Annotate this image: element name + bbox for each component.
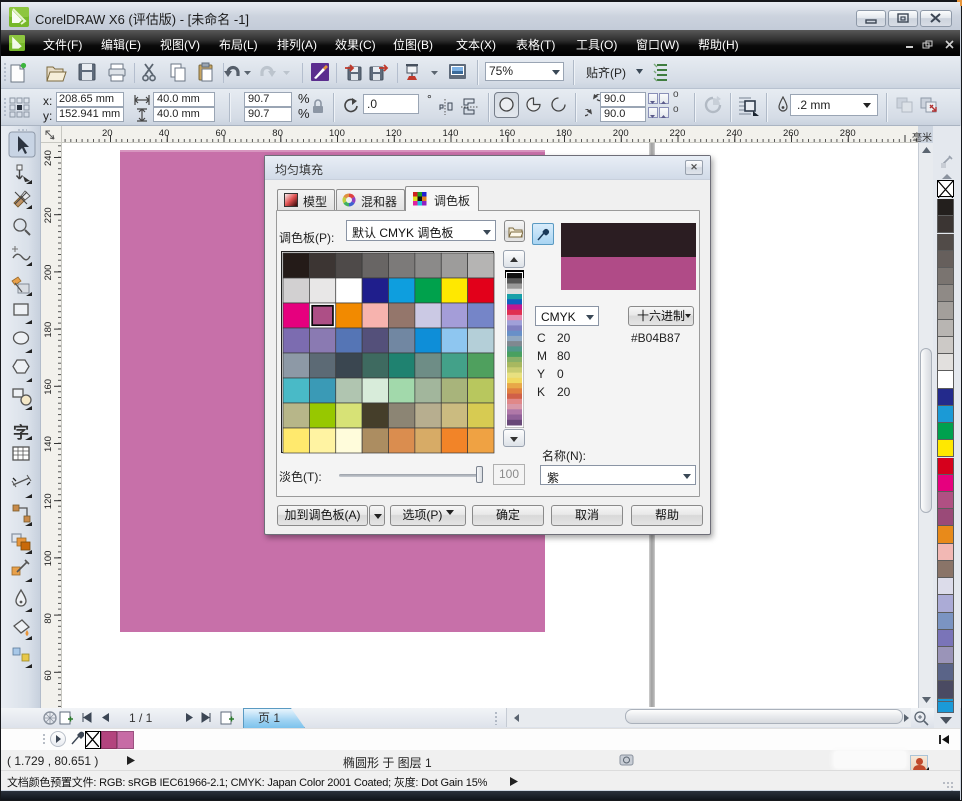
- svg-text:40: 40: [159, 128, 170, 139]
- svg-text:100: 100: [43, 551, 54, 567]
- svg-text:100: 100: [329, 128, 345, 139]
- svg-text:160: 160: [499, 128, 515, 139]
- svg-text:140: 140: [43, 436, 54, 452]
- svg-text:120: 120: [43, 493, 54, 509]
- svg-text:180: 180: [43, 322, 54, 338]
- svg-text:160: 160: [43, 379, 54, 395]
- svg-text:200: 200: [43, 265, 54, 281]
- svg-text:240: 240: [726, 128, 742, 139]
- svg-text:140: 140: [443, 128, 459, 139]
- svg-text:200: 200: [613, 128, 629, 139]
- svg-text:20: 20: [102, 128, 113, 139]
- svg-text:80: 80: [272, 128, 283, 139]
- svg-text:220: 220: [670, 128, 686, 139]
- svg-text:240: 240: [43, 150, 54, 166]
- svg-text:280: 280: [840, 128, 856, 139]
- svg-text:60: 60: [216, 128, 227, 139]
- svg-text:120: 120: [386, 128, 402, 139]
- svg-text:220: 220: [43, 207, 54, 223]
- svg-text:60: 60: [43, 670, 54, 681]
- svg-text:180: 180: [556, 128, 572, 139]
- svg-text:80: 80: [43, 613, 54, 624]
- svg-text:260: 260: [783, 128, 799, 139]
